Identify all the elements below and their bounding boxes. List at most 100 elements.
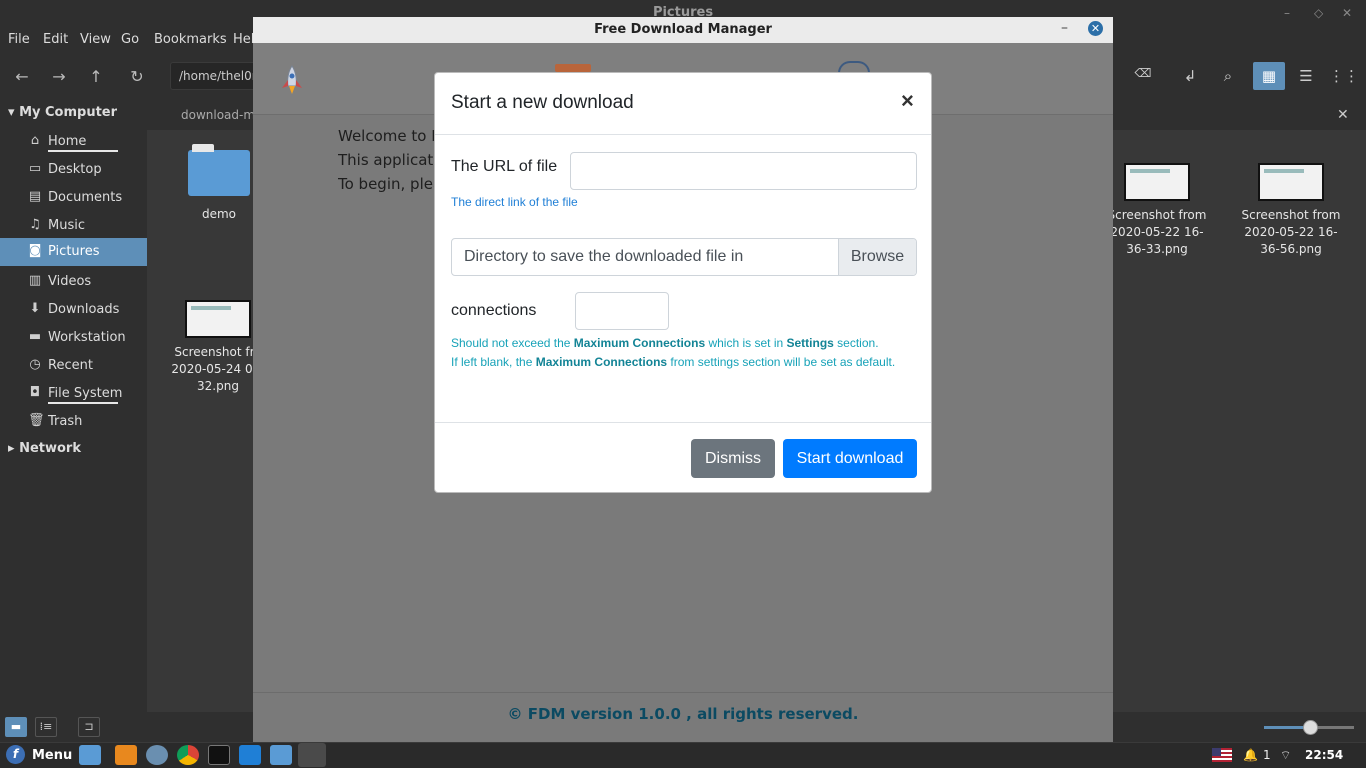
sidebar-item-label: Recent	[48, 358, 93, 373]
sidebar-item-label: Trash	[48, 414, 83, 429]
url-hint: The direct link of the file	[451, 195, 578, 209]
fdm-footer: © FDM version 1.0.0 , all rights reserve…	[253, 692, 1113, 742]
fdm-title: Free Download Manager	[594, 22, 772, 37]
modal-header: Start a new download ×	[435, 73, 931, 135]
sidebar-item-file-system[interactable]: ◘ File System	[0, 380, 147, 408]
sidebar-item-pictures[interactable]: ◙ Pictures	[0, 238, 147, 266]
directory-input-group: Directory to save the downloaded file in…	[451, 238, 917, 276]
disk-usage-bar	[48, 150, 118, 152]
recent-icon: ◷	[29, 357, 41, 372]
download-icon: ⬇	[29, 301, 41, 316]
directory-input[interactable]: Directory to save the downloaded file in	[464, 248, 743, 266]
maximize-icon[interactable]: ◇	[1314, 6, 1323, 20]
modal-close-button[interactable]: ×	[901, 88, 914, 114]
home-icon: ⌂	[30, 133, 40, 148]
sidebar-item-home[interactable]: ⌂ Home	[0, 128, 147, 156]
footer-text: © FDM version 1.0.0 , all rights reserve…	[507, 705, 859, 723]
up-icon[interactable]: ↑	[82, 64, 110, 90]
notification-icon[interactable]: 🔔	[1243, 748, 1258, 762]
sidebar-item-label: File System	[48, 386, 123, 401]
chromium-icon[interactable]	[146, 745, 168, 765]
show-tree-icon[interactable]: ⁞≡	[35, 717, 57, 737]
terminal-icon[interactable]	[208, 745, 230, 765]
minimize-icon[interactable]: –	[1061, 20, 1068, 36]
us-flag-icon[interactable]	[1212, 748, 1232, 762]
menu-edit[interactable]: Edit	[43, 32, 68, 47]
sidebar-item-label: Pictures	[48, 244, 100, 259]
download-list-icon[interactable]	[555, 64, 591, 72]
tab-download[interactable]: download-ma	[181, 108, 262, 122]
menu-file[interactable]: File	[8, 32, 30, 47]
folder-icon: ▬	[28, 329, 42, 344]
url-input[interactable]	[570, 152, 917, 190]
sidebar-item-label: Desktop	[48, 162, 102, 177]
location-bar[interactable]: /home/thel0n	[170, 62, 260, 90]
list-view-icon[interactable]: ☰	[1290, 62, 1322, 90]
sidebar-item-label: Downloads	[48, 302, 120, 317]
url-label: The URL of file	[451, 158, 558, 175]
sidebar-item-music[interactable]: ♫ Music	[0, 212, 147, 240]
sidebar-heading[interactable]: ▾ My Computer	[8, 105, 117, 120]
sidebar-item-documents[interactable]: ▤ Documents	[0, 184, 147, 212]
dismiss-button[interactable]: Dismiss	[691, 439, 775, 478]
disk-usage-bar	[48, 402, 118, 404]
connections-hint: Should not exceed the Maximum Connection…	[451, 336, 896, 369]
reload-icon[interactable]: ↻	[123, 64, 151, 90]
connections-input[interactable]	[575, 292, 669, 330]
fedora-icon[interactable]: f	[6, 745, 25, 764]
clock[interactable]: 22:54	[1305, 748, 1343, 762]
compact-view-icon[interactable]: ⋮⋮	[1328, 62, 1360, 90]
zoom-slider-handle[interactable]	[1303, 720, 1318, 735]
menu-help[interactable]: Hel	[233, 32, 254, 47]
modal-title: Start a new download	[451, 92, 634, 113]
sidebar-item-workstation[interactable]: ▬ Workstation	[0, 324, 147, 352]
show-desktop-icon[interactable]	[79, 745, 101, 765]
toggle-location-icon[interactable]: ↲	[1174, 62, 1206, 90]
show-places-icon[interactable]: ▬	[5, 717, 27, 737]
sidebar-item-recent[interactable]: ◷ Recent	[0, 352, 147, 380]
collapse-icon: ▸	[8, 441, 20, 456]
menu-bookmarks[interactable]: Bookmarks	[154, 32, 227, 47]
close-icon[interactable]: ✕	[1342, 6, 1352, 20]
rocket-icon[interactable]	[277, 64, 307, 96]
folder-icon	[188, 144, 250, 196]
fdm-taskbar-icon[interactable]	[298, 743, 326, 767]
forward-icon[interactable]: →	[45, 64, 73, 90]
notification-count: 1	[1263, 748, 1271, 762]
sidebar-item-trash[interactable]: 🗑 Trash	[0, 408, 147, 436]
sidebar-item-videos[interactable]: ▥ Videos	[0, 268, 147, 296]
film-icon: ▥	[28, 273, 42, 288]
vscode-icon[interactable]	[239, 745, 261, 765]
menu-button[interactable]: Menu	[32, 748, 72, 763]
minimize-icon[interactable]: –	[1284, 6, 1290, 20]
wifi-icon[interactable]: ⌔	[1280, 748, 1291, 763]
clear-location-icon[interactable]: ⌫	[1132, 66, 1154, 84]
file-item[interactable]: Screenshot from 2020-05-22 16-36-56.png	[1241, 163, 1341, 258]
start-download-button[interactable]: Start download	[783, 439, 917, 478]
menu-go[interactable]: Go	[121, 32, 139, 47]
music-icon: ♫	[29, 217, 41, 232]
file-name: Screenshot from 2020-05-22 16-36-56.png	[1241, 208, 1341, 256]
welcome-text: Welcome to F This applicati To begin, pl…	[338, 127, 434, 193]
sidebar-item-desktop[interactable]: ▭ Desktop	[0, 156, 147, 184]
sidebar-item-label: Music	[48, 218, 85, 233]
chrome-icon[interactable]	[177, 745, 199, 765]
new-download-modal: Start a new download × The URL of file T…	[434, 72, 932, 493]
files-icon[interactable]	[270, 745, 292, 765]
close-tab-icon[interactable]: ✕	[1337, 107, 1349, 123]
camera-icon: ◙	[28, 243, 42, 258]
back-icon[interactable]: ←	[8, 64, 36, 90]
firefox-icon[interactable]	[115, 745, 137, 765]
browse-button[interactable]: Browse	[838, 239, 916, 275]
file-item[interactable]: Screenshot from 2020-05-22 16-36-33.png	[1107, 163, 1207, 258]
fdm-titlebar: Free Download Manager – ✕	[253, 17, 1113, 43]
hide-sidebar-icon[interactable]: ⊐	[78, 717, 100, 737]
close-icon[interactable]: ✕	[1088, 21, 1103, 36]
sidebar-item-downloads[interactable]: ⬇ Downloads	[0, 296, 147, 324]
sidebar-item-label: Documents	[48, 190, 123, 205]
search-icon[interactable]: ⌕	[1212, 62, 1244, 90]
taskbar	[0, 742, 1366, 768]
icon-view-icon[interactable]: ▦	[1253, 62, 1285, 90]
sidebar-network[interactable]: ▸ Network	[8, 441, 81, 456]
menu-view[interactable]: View	[80, 32, 111, 47]
